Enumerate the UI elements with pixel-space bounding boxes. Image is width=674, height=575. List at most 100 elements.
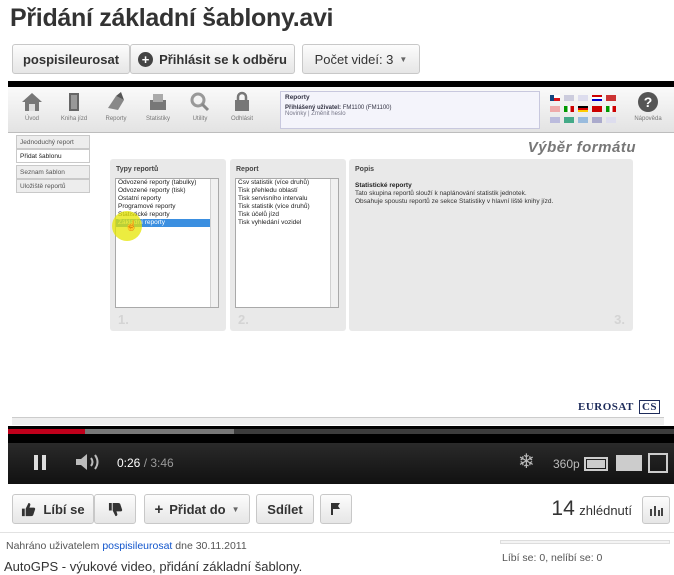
- time-total: 3:46: [150, 456, 174, 470]
- svg-text:?: ?: [644, 94, 653, 110]
- divider: [0, 532, 674, 533]
- list-item: Tisk přehledu oblastí: [238, 187, 298, 194]
- view-count: 14 zhlédnutí: [500, 497, 632, 521]
- toolbar-item-logout: Odhlásit: [220, 90, 264, 122]
- upload-info: Nahráno uživatelem pospisileurosat dne 3…: [6, 540, 247, 552]
- language-flags: [550, 93, 624, 127]
- video-title: Přidání základní šablony.avi: [10, 4, 334, 32]
- channel-button[interactable]: pospisileurosat: [12, 44, 130, 74]
- quality-button[interactable]: 360p: [553, 457, 580, 471]
- dislike-button[interactable]: [94, 494, 136, 524]
- chevron-down-icon: ▼: [399, 54, 408, 64]
- subscribe-label: Přihlásit se k odběru: [159, 51, 287, 67]
- reports-box-links: Novinky | Změnit heslo: [285, 111, 346, 117]
- stats-icon: [150, 94, 166, 110]
- video-count-dropdown[interactable]: Počet videí: 3 ▼: [302, 44, 420, 74]
- list-item: Tisk vyhledání vozidel: [238, 219, 302, 226]
- like-button[interactable]: Líbí se: [12, 494, 94, 524]
- plus-circle-icon: +: [138, 51, 154, 67]
- side-tab-report-storage: Uložiště reportů: [16, 179, 90, 193]
- report-icon: [108, 92, 124, 110]
- likes-ratio-bar: [500, 540, 670, 544]
- user-value: FM1100 (FM1100): [342, 105, 392, 111]
- app-toolbar: Úvod Kniha jízd Reporty Statistiky Utili…: [8, 87, 674, 133]
- book-icon: [69, 93, 79, 111]
- list-item: Tisk účelů jízd: [238, 211, 279, 218]
- description-heading: Statistické reporty: [355, 182, 412, 189]
- app-horizontal-scrollbar: [12, 417, 664, 425]
- flag-button[interactable]: [320, 494, 352, 524]
- side-tab-template-list: Seznam šablon: [16, 165, 90, 179]
- fullscreen-button[interactable]: [648, 453, 668, 473]
- panel-number-2: 2.: [238, 312, 249, 327]
- plus-icon: +: [154, 500, 164, 518]
- pause-icon: [34, 455, 38, 470]
- speaker-icon: [76, 454, 99, 470]
- list-item: Ostatní reporty: [118, 195, 161, 202]
- reports-box-title: Reporty: [285, 94, 310, 101]
- toolbar-item-reports: Reporty: [94, 90, 138, 122]
- flag-icon: [331, 503, 340, 515]
- chevron-down-icon: ▼: [231, 504, 240, 514]
- thumbs-down-icon: [108, 502, 122, 516]
- toolbar-item-utility: Utility: [178, 90, 222, 122]
- channel-name: pospisileurosat: [22, 51, 120, 67]
- panel-report: Report Csv statistik (více druhů) Tisk p…: [230, 159, 346, 331]
- report-listbox: Csv statistik (více druhů) Tisk přehledu…: [235, 178, 339, 308]
- thumbs-up-icon: [22, 502, 36, 516]
- magnifier-icon: [190, 92, 210, 112]
- list-item: Csv statistik (více druhů): [238, 179, 310, 186]
- home-icon: [22, 93, 42, 111]
- toolbar-item-statistics: Statistiky: [136, 90, 180, 122]
- description-text: Tato skupina reportů slouží k naplánován…: [355, 190, 554, 205]
- list-item: Odvozené reporty (tisk): [118, 187, 186, 194]
- share-button[interactable]: Sdílet: [256, 494, 314, 524]
- list-item: Tisk statistik (více druhů): [238, 203, 310, 210]
- pause-button[interactable]: [32, 454, 50, 472]
- format-heading: Výběr formátu: [527, 139, 636, 156]
- toolbar-item-help: ? Nápověda: [626, 90, 670, 122]
- panel-description: Popis Statistické reporty Tato skupina r…: [349, 159, 633, 331]
- uploader-link[interactable]: pospisileurosat: [102, 540, 172, 552]
- side-tab-add-template: Přidat šablonu: [16, 149, 90, 163]
- lock-icon: [235, 91, 249, 111]
- snowflake-icon[interactable]: ❄: [518, 449, 535, 474]
- volume-button[interactable]: [74, 452, 104, 472]
- video-count-label: Počet videí: 3: [314, 51, 394, 67]
- hand-cursor-icon: ☝: [125, 221, 138, 232]
- player-controls: 0:26 / 3:46 ❄ 360p: [8, 443, 674, 484]
- panel-number-1: 1.: [118, 312, 129, 327]
- panel-title-types: Typy reportů: [116, 166, 159, 173]
- add-to-button[interactable]: + Přidat do ▼: [144, 494, 250, 524]
- side-tab-simple-report: Jednoduchý report: [16, 135, 90, 149]
- panel-report-types: Typy reportů Odvozené reporty (tabulky) …: [110, 159, 226, 331]
- likes-text: Líbí se: 0, nelíbí se: 0: [502, 552, 603, 564]
- list-item: Programové reporty: [118, 203, 176, 210]
- panel-number-3: 3.: [614, 312, 625, 327]
- video-description: AutoGPS - výukové video, přidání základn…: [4, 559, 303, 574]
- time-current: 0:26: [117, 456, 141, 470]
- add-to-label: Přidat do: [169, 501, 226, 517]
- time-display: 0:26 / 3:46: [117, 456, 174, 470]
- like-label: Líbí se: [43, 501, 85, 517]
- view-count-number: 14: [551, 497, 575, 520]
- subscribe-button[interactable]: + Přihlásit se k odběru: [130, 44, 295, 74]
- panel-title-description: Popis: [355, 166, 375, 173]
- toolbar-item-home: Úvod: [10, 90, 54, 122]
- reports-info-box: Reporty Přihlášený uživatel: FM1100 (FM1…: [280, 91, 540, 129]
- list-item: Tisk servisního intervalu: [238, 195, 308, 202]
- view-count-label: zhlédnutí: [579, 503, 632, 518]
- small-player-button[interactable]: [584, 457, 608, 471]
- video-player[interactable]: Úvod Kniha jízd Reporty Statistiky Utili…: [8, 81, 674, 484]
- large-player-button[interactable]: [616, 455, 642, 471]
- help-icon: ?: [638, 92, 658, 112]
- bar-chart-icon: [650, 506, 663, 516]
- progress-played: [8, 429, 85, 434]
- stats-button[interactable]: [642, 496, 670, 524]
- toolbar-item-logbook: Kniha jízd: [52, 90, 96, 122]
- list-item: Odvozené reporty (tabulky): [118, 179, 197, 186]
- video-frame: Úvod Kniha jízd Reporty Statistiky Utili…: [8, 87, 674, 426]
- share-label: Sdílet: [267, 501, 303, 517]
- panel-title-report: Report: [236, 166, 259, 173]
- types-listbox: Odvozené reporty (tabulky) Odvozené repo…: [115, 178, 219, 308]
